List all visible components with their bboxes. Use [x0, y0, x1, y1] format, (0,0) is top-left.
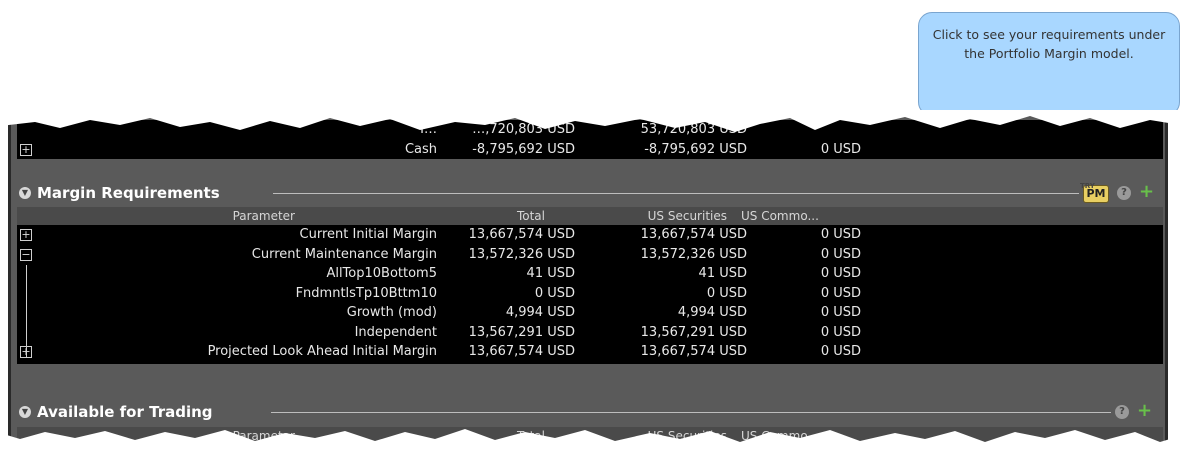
- row-us-commodities: 0 USD: [820, 344, 861, 359]
- help-icon[interactable]: ?: [1115, 405, 1129, 419]
- margin-column-headers: Parameter Total US Securities US Commo..…: [17, 207, 1163, 225]
- collapse-chevron-icon[interactable]: ▼: [19, 406, 31, 418]
- row-us-securities: 0 USD: [706, 285, 747, 301]
- row-total: -8,795,692 USD: [472, 141, 575, 157]
- table-row[interactable]: FndmntlsTp10Bttm10 0 USD 0 USD 0 USD: [17, 284, 1163, 304]
- table-row[interactable]: AllTop10Bottom5 41 USD 41 USD 0 USD: [17, 264, 1163, 284]
- row-param: Growth (mod): [346, 305, 437, 320]
- row-total: 0 USD: [534, 285, 575, 301]
- help-icon[interactable]: ?: [1117, 186, 1131, 200]
- row-param: Current Maintenance Margin: [251, 246, 437, 262]
- row-us-commodities: 0 USD: [820, 285, 861, 301]
- table-row[interactable]: − Current Maintenance Margin 13,572,326 …: [17, 245, 1163, 265]
- row-param: FndmntlsTp10Bttm10: [295, 285, 437, 301]
- row-total: 13,567,291 USD: [468, 324, 575, 340]
- column-header-parameter[interactable]: Parameter: [17, 207, 295, 225]
- tooltip-callout: Click to see your requirements under the…: [918, 12, 1180, 116]
- column-header-total[interactable]: Total: [443, 207, 545, 225]
- row-param: Projected Look Ahead Initial Margin: [207, 344, 437, 359]
- row-param: Independent: [354, 324, 437, 340]
- row-param: Cash: [404, 141, 437, 157]
- row-us-securities: 4,994 USD: [677, 305, 747, 320]
- row-us-commodities: 0 USD: [820, 227, 861, 242]
- table-row[interactable]: + Current Initial Margin 13,667,574 USD …: [17, 225, 1163, 245]
- torn-edge-bottom: [0, 429, 1187, 453]
- row-us-commodities: 0 USD: [820, 324, 861, 340]
- row-total: 41 USD: [526, 266, 575, 281]
- row-us-securities: 41 USD: [698, 266, 747, 281]
- section-title: Margin Requirements: [37, 184, 220, 202]
- pm-margin-button[interactable]: TRY PM: [1080, 182, 1109, 203]
- margin-rows: + Current Initial Margin 13,667,574 USD …: [17, 225, 1163, 364]
- row-param: AllTop10Bottom5: [326, 266, 437, 281]
- row-us-commodities: 0 USD: [820, 141, 861, 157]
- row-us-securities: 13,667,574 USD: [640, 227, 747, 242]
- badge-super: TRY: [1080, 182, 1095, 190]
- column-header-us-securities[interactable]: US Securities: [577, 207, 727, 225]
- torn-edge-top: [0, 110, 1187, 132]
- add-icon[interactable]: +: [1137, 402, 1152, 420]
- table-row[interactable]: + Projected Look Ahead Initial Margin 13…: [17, 342, 1163, 362]
- row-us-securities: 13,567,291 USD: [640, 324, 747, 340]
- row-us-commodities: 0 USD: [820, 266, 861, 281]
- row-us-securities: -8,795,692 USD: [644, 141, 747, 157]
- row-us-securities: 13,572,326 USD: [640, 246, 747, 262]
- row-total: 13,667,574 USD: [468, 344, 575, 359]
- row-us-commodities: 0 USD: [820, 305, 861, 320]
- account-window-panel: I… …,720,803 USD 53,720,803 USD + Cash -…: [8, 110, 1168, 453]
- column-header-us-commodities[interactable]: US Commo...: [737, 207, 855, 225]
- table-row[interactable]: Independent 13,567,291 USD 13,567,291 US…: [17, 323, 1163, 343]
- row-total: 13,572,326 USD: [468, 246, 575, 262]
- divider: [273, 193, 1079, 194]
- row-us-securities: 13,667,574 USD: [640, 344, 747, 359]
- add-icon[interactable]: +: [1139, 183, 1154, 201]
- table-row[interactable]: Growth (mod) 4,994 USD 4,994 USD 0 USD: [17, 303, 1163, 323]
- divider: [271, 412, 1111, 413]
- margin-requirements-header[interactable]: ▼ Margin Requirements TRY PM ? +: [17, 181, 1163, 205]
- row-us-commodities: 0 USD: [820, 246, 861, 262]
- row-total: 4,994 USD: [505, 305, 575, 320]
- row-param: Current Initial Margin: [299, 227, 437, 242]
- table-row[interactable]: + Cash -8,795,692 USD -8,795,692 USD 0 U…: [17, 140, 1163, 160]
- callout-text: Click to see your requirements under the…: [932, 27, 1166, 61]
- collapse-chevron-icon[interactable]: ▼: [19, 187, 31, 199]
- row-total: 13,667,574 USD: [468, 227, 575, 242]
